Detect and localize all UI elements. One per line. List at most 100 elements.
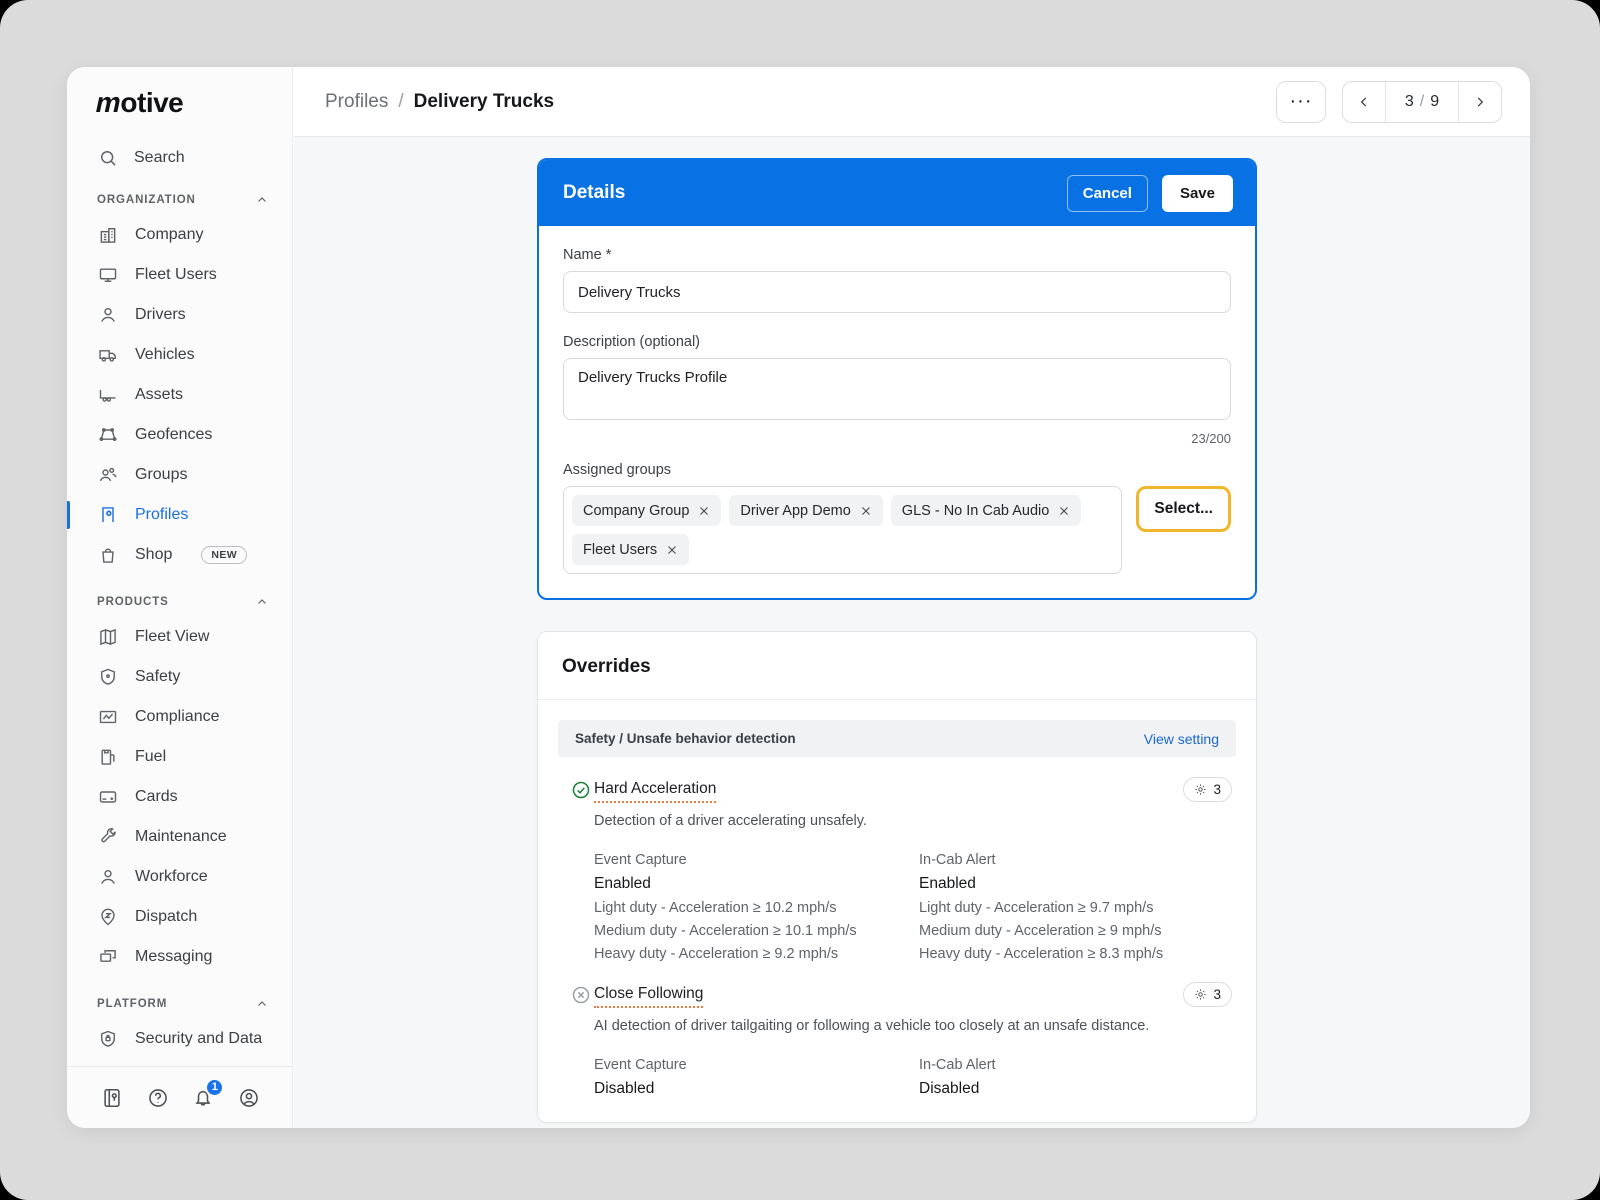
shield-lock-icon: [98, 1029, 118, 1049]
enabled-check-icon: [571, 780, 591, 800]
event-capture-label: Event Capture: [594, 852, 687, 868]
sidebar-search[interactable]: Search: [67, 143, 292, 173]
sidebar-item-label: Fleet View: [135, 628, 210, 645]
group-chip: Driver App Demo: [729, 495, 883, 526]
override-settings-badge[interactable]: 3: [1183, 982, 1232, 1007]
description-label: Description (optional): [563, 334, 701, 350]
chart-icon: [98, 707, 118, 727]
sidebar-item-vehicles[interactable]: Vehicles: [67, 335, 292, 375]
threshold-line: Light duty - Acceleration ≥ 10.2 mph/s: [594, 900, 837, 916]
sidebar-item-label: Fleet Users: [135, 266, 217, 283]
sidebar-footer: 1: [67, 1066, 292, 1128]
event-capture-value: Enabled: [594, 875, 651, 892]
char-counter: 23/200: [1191, 431, 1231, 446]
sidebar-item-fuel[interactable]: Fuel: [67, 737, 292, 777]
breadcrumb-profiles[interactable]: Profiles: [325, 91, 388, 113]
company-icon: [98, 225, 118, 245]
override-description: AI detection of driver tailgaiting or fo…: [594, 1018, 1150, 1034]
sidebar-item-label: Groups: [135, 466, 188, 483]
sidebar-item-profiles[interactable]: Profiles: [67, 495, 292, 535]
chevron-up-icon: [256, 194, 268, 206]
group-chip: Company Group: [572, 495, 722, 526]
sidebar-item-dispatch[interactable]: Dispatch: [67, 897, 292, 937]
safety-section-label: Safety / Unsafe behavior detection: [575, 731, 796, 746]
chevron-left-icon: [1357, 95, 1371, 109]
details-title: Details: [563, 182, 626, 203]
remove-group-icon[interactable]: [860, 505, 872, 517]
sidebar-item-label: Cards: [135, 788, 178, 805]
remove-group-icon[interactable]: [666, 544, 678, 556]
section-organization[interactable]: ORGANIZATION: [67, 185, 292, 215]
view-setting-link[interactable]: View setting: [1144, 731, 1219, 747]
sidebar-item-drivers[interactable]: Drivers: [67, 295, 292, 335]
sidebar-item-label: Maintenance: [135, 828, 227, 845]
override-name[interactable]: Hard Acceleration: [594, 780, 717, 803]
logbook-icon[interactable]: [101, 1087, 123, 1109]
notifications-bell-icon[interactable]: 1: [192, 1077, 225, 1109]
sidebar-item-fleet-view[interactable]: Fleet View: [67, 617, 292, 657]
override-settings-count: 3: [1213, 987, 1221, 1002]
group-chip-label: Fleet Users: [583, 541, 658, 558]
threshold-line: Medium duty - Acceleration ≥ 10.1 mph/s: [594, 923, 857, 939]
more-actions-button[interactable]: ···: [1276, 80, 1326, 123]
sidebar-item-maintenance[interactable]: Maintenance: [67, 817, 292, 857]
sidebar-item-safety[interactable]: Safety: [67, 657, 292, 697]
event-capture-column: Event Capture Enabled Light duty - Accel…: [594, 852, 919, 962]
select-groups-button[interactable]: Select...: [1136, 486, 1231, 532]
pager-count: 3 / 9: [1385, 81, 1459, 122]
sidebar-item-compliance[interactable]: Compliance: [67, 697, 292, 737]
sidebar-item-cards[interactable]: Cards: [67, 777, 292, 817]
save-button[interactable]: Save: [1161, 174, 1233, 212]
map-icon: [98, 627, 118, 647]
sidebar-item-messaging[interactable]: Messaging: [67, 937, 292, 977]
chat-icon: [98, 947, 118, 967]
group-chip: Fleet Users: [572, 534, 690, 565]
pager-separator: /: [1419, 92, 1425, 110]
wrench-icon: [98, 827, 118, 847]
override-settings-badge[interactable]: 3: [1183, 777, 1232, 802]
next-profile-button[interactable]: [1459, 82, 1501, 122]
assigned-groups-box[interactable]: Company Group Driver App Demo GLS - No I…: [563, 486, 1123, 574]
sidebar-item-shop[interactable]: Shop NEW: [67, 535, 292, 575]
group-chip-label: Driver App Demo: [740, 502, 851, 519]
remove-group-icon[interactable]: [1058, 505, 1070, 517]
description-field[interactable]: Delivery Trucks Profile: [563, 358, 1231, 420]
sidebar-item-security-and-data[interactable]: Security and Data: [67, 1019, 292, 1059]
section-label: PRODUCTS: [97, 596, 169, 608]
event-capture-value: Disabled: [594, 1080, 655, 1097]
dispatch-pin-icon: [98, 907, 118, 927]
sidebar-item-company[interactable]: Company: [67, 215, 292, 255]
sidebar-item-label: Compliance: [135, 708, 220, 725]
name-field[interactable]: [563, 271, 1231, 313]
breadcrumb-separator: /: [398, 90, 404, 112]
sidebar-item-groups[interactable]: Groups: [67, 455, 292, 495]
sidebar-item-label: Messaging: [135, 948, 213, 965]
incab-alert-value: Disabled: [919, 1080, 980, 1097]
safety-section-band: Safety / Unsafe behavior detection View …: [558, 720, 1236, 757]
previous-profile-button[interactable]: [1343, 82, 1385, 122]
section-products[interactable]: PRODUCTS: [67, 587, 292, 617]
event-capture-label: Event Capture: [594, 1057, 687, 1073]
gear-icon: [1194, 988, 1207, 1001]
breadcrumb: Profiles / Delivery Trucks: [325, 91, 554, 113]
sidebar-item-workforce[interactable]: Workforce: [67, 857, 292, 897]
override-name[interactable]: Close Following: [594, 985, 704, 1008]
chevron-up-icon: [256, 596, 268, 608]
sidebar-item-geofences[interactable]: Geofences: [67, 415, 292, 455]
sidebar-item-assets[interactable]: Assets: [67, 375, 292, 415]
remove-group-icon[interactable]: [698, 505, 710, 517]
sidebar-item-label: Company: [135, 226, 204, 243]
override-item-hard-acceleration: Hard Acceleration 3 Detection of a drive…: [538, 777, 1256, 962]
desktop-background: mmotiveotive Search ORGANIZATION Company…: [0, 0, 1600, 1200]
section-platform[interactable]: PLATFORM: [67, 989, 292, 1019]
cancel-button[interactable]: Cancel: [1066, 174, 1148, 212]
monitor-icon: [98, 265, 118, 285]
sidebar-item-label: Security and Data: [135, 1030, 263, 1047]
override-settings-count: 3: [1213, 782, 1221, 797]
shop-bag-icon: [98, 545, 118, 565]
help-icon[interactable]: [147, 1087, 169, 1109]
gear-icon: [1194, 783, 1207, 796]
account-icon[interactable]: [238, 1087, 260, 1109]
sidebar-item-fleet-users[interactable]: Fleet Users: [67, 255, 292, 295]
shield-icon: [98, 667, 118, 687]
